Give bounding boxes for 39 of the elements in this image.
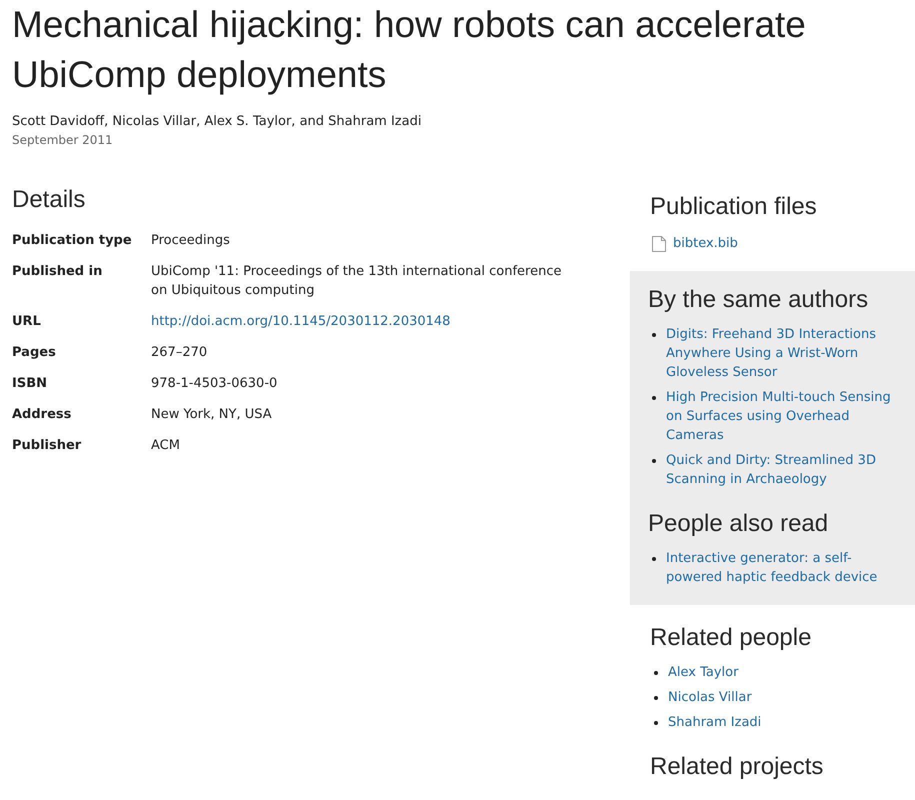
- detail-value: 267–270: [151, 344, 208, 362]
- detail-value: Proceedings: [151, 232, 230, 250]
- detail-value: ACM: [151, 437, 180, 455]
- bullet-icon: [654, 696, 658, 700]
- detail-label: Publisher: [12, 437, 82, 455]
- publication-date: September 2011: [12, 132, 113, 149]
- related-link[interactable]: Quick and Dirty: Streamlined 3D Scanning in Archaeology: [666, 451, 900, 489]
- file-link[interactable]: bibtex.bib: [673, 234, 738, 253]
- author-list: Scott Davidoff, Nicolas Villar, Alex S. Taylor, and Shahram Izadi: [12, 112, 422, 131]
- detail-label: Publication type: [12, 232, 132, 250]
- detail-label: Pages: [12, 344, 56, 362]
- section-heading: Related people: [650, 623, 812, 653]
- detail-value: 978-1-4503-0630-0: [151, 375, 278, 393]
- section-heading: Related projects: [650, 752, 824, 782]
- url-link[interactable]: http://doi.acm.org/10.1145/2030112.2030148: [151, 312, 450, 331]
- bullet-icon: [654, 721, 658, 725]
- section-heading: Details: [12, 185, 86, 215]
- bullet-icon: [652, 396, 656, 400]
- section-heading: Publication files: [650, 192, 817, 222]
- related-link[interactable]: Alex Taylor: [668, 663, 738, 682]
- section-heading: People also read: [648, 509, 828, 539]
- related-link[interactable]: Nicolas Villar: [668, 688, 752, 707]
- section-heading: By the same authors: [648, 285, 868, 315]
- detail-value: UbiComp '11: Proceedings of the 13th international conference on Ubiquitous computing: [151, 263, 562, 300]
- bullet-icon: [654, 671, 658, 675]
- detail-label: ISBN: [12, 375, 47, 393]
- detail-label: Address: [12, 406, 72, 424]
- related-link[interactable]: Digits: Freehand 3D Interactions Anywhere Using a Wrist-Worn Gloveless Sensor: [666, 325, 900, 382]
- related-link[interactable]: Shahram Izadi: [668, 713, 762, 732]
- detail-label: URL: [12, 313, 41, 331]
- detail-label: Published in: [12, 263, 102, 281]
- file-icon: [652, 236, 666, 252]
- related-link[interactable]: Interactive generator: a self-powered haptic feedback device: [666, 549, 900, 587]
- bullet-icon: [652, 459, 656, 463]
- page-title: Mechanical hijacking: how robots can accelerate UbiComp deployments: [12, 3, 807, 97]
- bullet-icon: [652, 333, 656, 337]
- detail-value: New York, NY, USA: [151, 406, 272, 424]
- bullet-icon: [652, 557, 656, 561]
- related-link[interactable]: High Precision Multi-touch Sensing on Surfaces using Overhead Cameras: [666, 388, 900, 445]
